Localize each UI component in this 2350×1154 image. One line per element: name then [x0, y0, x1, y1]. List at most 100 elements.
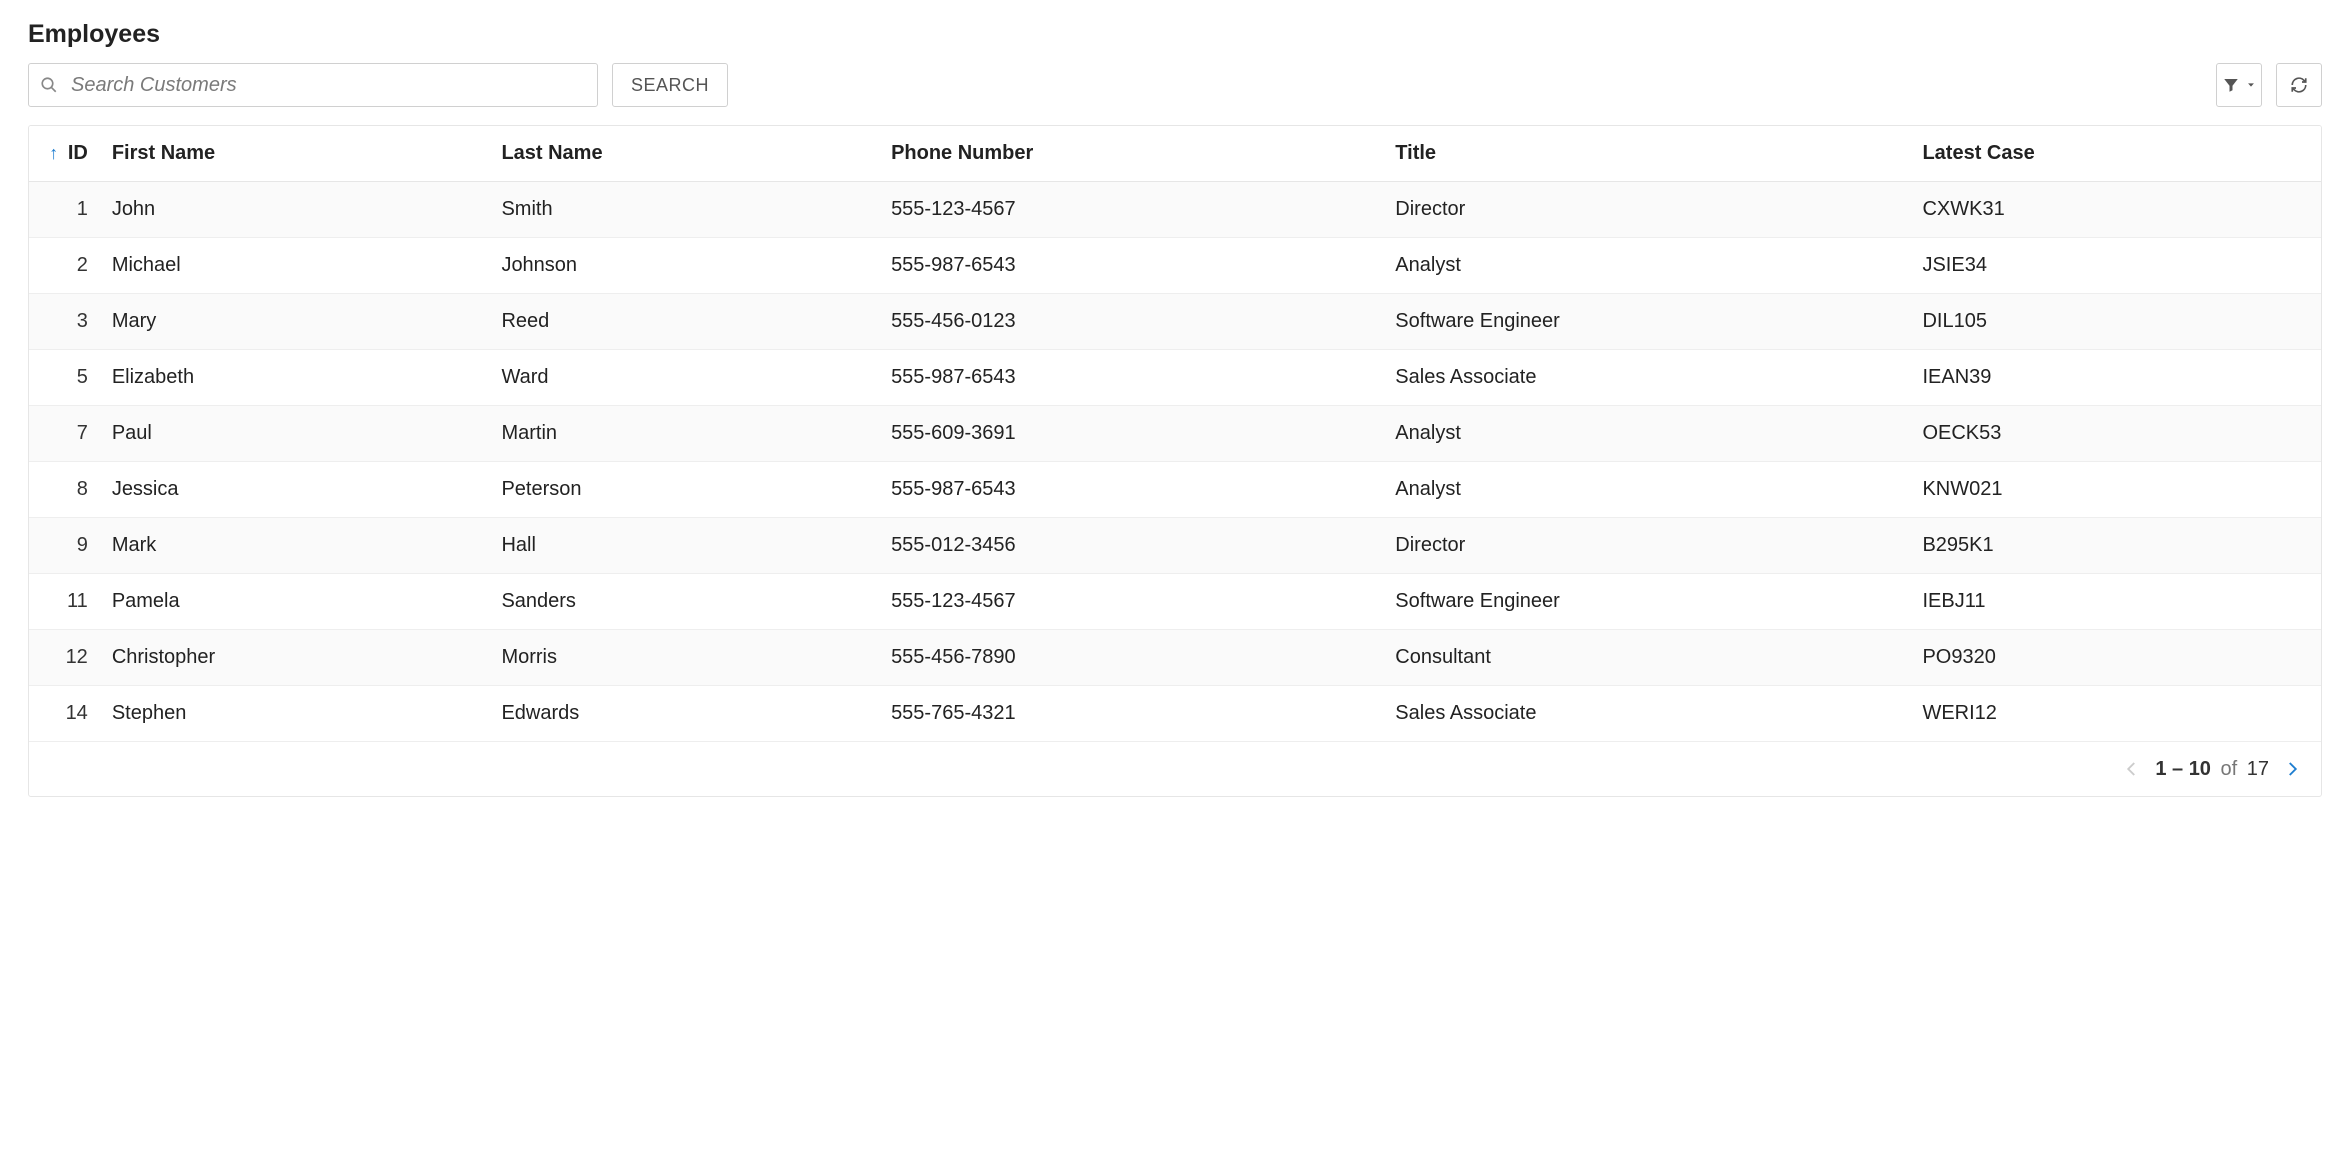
cell-id: 9: [29, 518, 98, 574]
cell-phone: 555-456-7890: [877, 630, 1381, 686]
refresh-button[interactable]: [2276, 63, 2322, 107]
cell-last-name: Reed: [487, 294, 877, 350]
cell-latest-case: PO9320: [1908, 630, 2321, 686]
cell-id: 14: [29, 686, 98, 742]
cell-title: Software Engineer: [1381, 294, 1908, 350]
column-header-label: First Name: [112, 142, 215, 164]
cell-first-name: Mark: [98, 518, 488, 574]
refresh-icon: [2290, 76, 2308, 94]
cell-last-name: Morris: [487, 630, 877, 686]
pagination-range: 1 – 10: [2155, 758, 2211, 780]
cell-latest-case: JSIE34: [1908, 238, 2321, 294]
cell-first-name: Stephen: [98, 686, 488, 742]
pagination-next-button[interactable]: [2279, 756, 2305, 782]
cell-latest-case: IEAN39: [1908, 350, 2321, 406]
cell-first-name: Paul: [98, 406, 488, 462]
cell-first-name: Mary: [98, 294, 488, 350]
cell-phone: 555-123-4567: [877, 182, 1381, 238]
cell-id: 5: [29, 350, 98, 406]
table-row[interactable]: 7PaulMartin555-609-3691AnalystOECK53: [29, 406, 2321, 462]
table-row[interactable]: 5ElizabethWard555-987-6543Sales Associat…: [29, 350, 2321, 406]
filter-icon: [2222, 76, 2240, 94]
cell-title: Director: [1381, 518, 1908, 574]
table-row[interactable]: 12ChristopherMorris555-456-7890Consultan…: [29, 630, 2321, 686]
cell-last-name: Sanders: [487, 574, 877, 630]
cell-title: Software Engineer: [1381, 574, 1908, 630]
column-header-latest-case[interactable]: Latest Case: [1908, 126, 2321, 182]
pagination-bar: 1 – 10 of 17: [29, 742, 2321, 796]
cell-id: 8: [29, 462, 98, 518]
table-row[interactable]: 2MichaelJohnson555-987-6543AnalystJSIE34: [29, 238, 2321, 294]
column-header-phone[interactable]: Phone Number: [877, 126, 1381, 182]
chevron-down-icon: [2246, 80, 2256, 90]
cell-last-name: Hall: [487, 518, 877, 574]
cell-title: Consultant: [1381, 630, 1908, 686]
column-header-label: ID: [68, 142, 88, 164]
chevron-right-icon: [2283, 760, 2301, 778]
table-row[interactable]: 3MaryReed555-456-0123Software EngineerDI…: [29, 294, 2321, 350]
cell-first-name: Michael: [98, 238, 488, 294]
cell-id: 3: [29, 294, 98, 350]
cell-first-name: John: [98, 182, 488, 238]
cell-last-name: Ward: [487, 350, 877, 406]
table-row[interactable]: 8JessicaPeterson555-987-6543AnalystKNW02…: [29, 462, 2321, 518]
cell-first-name: Elizabeth: [98, 350, 488, 406]
column-header-title[interactable]: Title: [1381, 126, 1908, 182]
cell-last-name: Peterson: [487, 462, 877, 518]
pagination-prev-button[interactable]: [2119, 756, 2145, 782]
cell-id: 7: [29, 406, 98, 462]
pagination-total: 17: [2247, 758, 2269, 780]
cell-phone: 555-012-3456: [877, 518, 1381, 574]
search-wrapper: [28, 63, 598, 107]
cell-last-name: Smith: [487, 182, 877, 238]
column-header-first-name[interactable]: First Name: [98, 126, 488, 182]
column-header-id[interactable]: ↑ ID: [29, 126, 98, 182]
cell-id: 1: [29, 182, 98, 238]
cell-id: 12: [29, 630, 98, 686]
cell-phone: 555-609-3691: [877, 406, 1381, 462]
column-header-label: Latest Case: [1922, 142, 2034, 164]
cell-phone: 555-123-4567: [877, 574, 1381, 630]
cell-phone: 555-987-6543: [877, 462, 1381, 518]
cell-first-name: Jessica: [98, 462, 488, 518]
cell-latest-case: OECK53: [1908, 406, 2321, 462]
cell-title: Sales Associate: [1381, 686, 1908, 742]
cell-title: Sales Associate: [1381, 350, 1908, 406]
search-input[interactable]: [28, 63, 598, 107]
cell-last-name: Edwards: [487, 686, 877, 742]
cell-phone: 555-765-4321: [877, 686, 1381, 742]
cell-title: Analyst: [1381, 238, 1908, 294]
column-header-label: Last Name: [501, 142, 602, 164]
chevron-left-icon: [2123, 760, 2141, 778]
toolbar: SEARCH: [28, 63, 2322, 107]
employees-table: ↑ ID First Name Last Name Phone Number T…: [29, 126, 2321, 742]
pagination-text: 1 – 10 of 17: [2155, 758, 2269, 781]
cell-first-name: Pamela: [98, 574, 488, 630]
column-header-label: Title: [1395, 142, 1436, 164]
cell-last-name: Johnson: [487, 238, 877, 294]
filter-button[interactable]: [2216, 63, 2262, 107]
pagination-of-label: of: [2221, 758, 2238, 780]
cell-first-name: Christopher: [98, 630, 488, 686]
cell-title: Analyst: [1381, 462, 1908, 518]
cell-phone: 555-456-0123: [877, 294, 1381, 350]
column-header-last-name[interactable]: Last Name: [487, 126, 877, 182]
cell-latest-case: CXWK31: [1908, 182, 2321, 238]
sort-ascending-icon: ↑: [49, 143, 58, 164]
column-header-label: Phone Number: [891, 142, 1033, 164]
table-row[interactable]: 14StephenEdwards555-765-4321Sales Associ…: [29, 686, 2321, 742]
page-title: Employees: [28, 20, 2322, 49]
cell-title: Director: [1381, 182, 1908, 238]
table-row[interactable]: 11PamelaSanders555-123-4567Software Engi…: [29, 574, 2321, 630]
cell-last-name: Martin: [487, 406, 877, 462]
search-button[interactable]: SEARCH: [612, 63, 728, 107]
table-row[interactable]: 1JohnSmith555-123-4567DirectorCXWK31: [29, 182, 2321, 238]
table-row[interactable]: 9MarkHall555-012-3456DirectorB295K1: [29, 518, 2321, 574]
cell-phone: 555-987-6543: [877, 238, 1381, 294]
cell-id: 2: [29, 238, 98, 294]
cell-latest-case: IEBJ11: [1908, 574, 2321, 630]
cell-latest-case: KNW021: [1908, 462, 2321, 518]
cell-latest-case: WERI12: [1908, 686, 2321, 742]
cell-phone: 555-987-6543: [877, 350, 1381, 406]
cell-id: 11: [29, 574, 98, 630]
